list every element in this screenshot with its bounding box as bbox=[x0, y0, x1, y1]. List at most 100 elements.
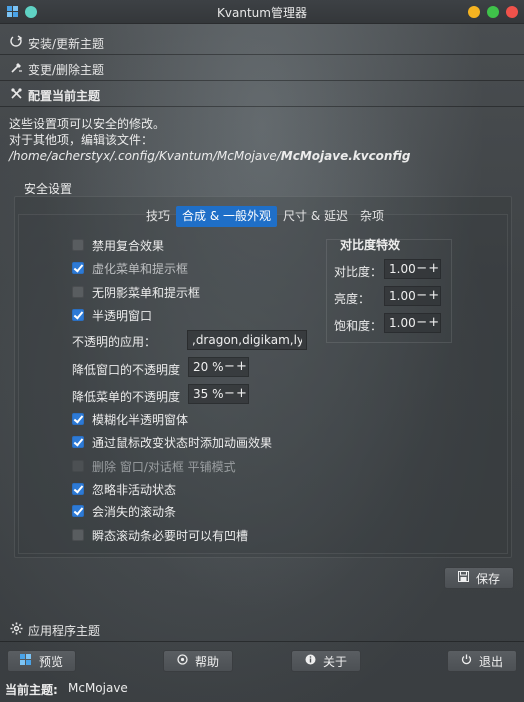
power-icon bbox=[461, 654, 472, 668]
config-file-name: McMojave.kvconfig bbox=[280, 149, 411, 163]
preview-button[interactable]: 预览 bbox=[7, 650, 76, 672]
about-button-label: 关于 bbox=[322, 654, 347, 669]
brightness-value: 1.00 bbox=[389, 289, 416, 303]
config-path-prefix: /home/acherstyx/.config/Kvantum/McMojave… bbox=[9, 149, 281, 163]
section-configure-label: 配置当前主题 bbox=[28, 89, 101, 103]
section-change-theme[interactable]: 变更/删除主题 bbox=[0, 55, 524, 81]
animate-state-label: 通过鼠标改变状态时添加动画效果 bbox=[92, 435, 273, 450]
menu-opacity-spinbox[interactable]: 35 % − + bbox=[188, 384, 249, 404]
no-shadow-menus-option[interactable]: 无阴影菜单和提示框 bbox=[72, 283, 200, 301]
blur-menus-option[interactable]: 虚化菜单和提示框 bbox=[72, 259, 188, 277]
info-line-2: 对于其他项，编辑该文件： bbox=[9, 133, 154, 147]
translucent-windows-option[interactable]: 半透明窗口 bbox=[72, 306, 152, 324]
close-button[interactable] bbox=[506, 6, 518, 18]
section-application-themes[interactable]: 应用程序主题 bbox=[0, 616, 524, 642]
section-install-theme[interactable]: 安装/更新主题 bbox=[0, 29, 524, 55]
transient-scrollbars-label: 会消失的滚动条 bbox=[92, 504, 177, 519]
help-icon bbox=[177, 654, 188, 668]
config-info: 这些设置项可以安全的修改。 对于其他项，编辑该文件： /home/acherst… bbox=[9, 116, 411, 164]
titlebar: Kvantum管理器 bbox=[0, 0, 524, 24]
window-opacity-decrease[interactable]: − bbox=[224, 358, 236, 376]
no-shadow-menus-checkbox[interactable] bbox=[72, 286, 84, 298]
maximize-button[interactable] bbox=[487, 6, 499, 18]
config-file-path: /home/acherstyx/.config/Kvantum/McMojave… bbox=[9, 148, 411, 164]
brightness-decrease[interactable]: − bbox=[416, 287, 428, 305]
opaque-apps-label: 不透明的应用： bbox=[72, 335, 157, 349]
contrast-value: 1.00 bbox=[389, 262, 416, 276]
saturation-value: 1.00 bbox=[389, 316, 416, 330]
disable-composite-option[interactable]: 禁用复合效果 bbox=[72, 236, 164, 254]
ignore-inactive-checkbox[interactable] bbox=[72, 483, 84, 495]
animate-state-checkbox[interactable] bbox=[72, 436, 84, 448]
configure-tools-icon bbox=[9, 87, 23, 101]
contrast-effects-title: 对比度特效 bbox=[340, 238, 401, 252]
section-change-label: 变更/删除主题 bbox=[28, 63, 105, 77]
blur-translucent-option[interactable]: 模糊化半透明窗体 bbox=[72, 410, 188, 428]
section-configure-theme[interactable]: 配置当前主题 bbox=[0, 81, 524, 107]
blur-translucent-label: 模糊化半透明窗体 bbox=[92, 412, 189, 427]
current-theme-label: 当前主题: bbox=[5, 683, 58, 697]
ignore-inactive-option[interactable]: 忽略非活动状态 bbox=[72, 480, 176, 498]
contrast-label: 对比度： bbox=[334, 265, 383, 279]
contrast-decrease[interactable]: − bbox=[416, 260, 428, 278]
window-opacity-spinbox[interactable]: 20 % − + bbox=[188, 357, 249, 377]
brightness-increase[interactable]: + bbox=[428, 287, 440, 305]
safe-settings-title: 安全设置 bbox=[24, 182, 73, 196]
translucent-windows-checkbox[interactable] bbox=[72, 309, 84, 321]
save-icon bbox=[457, 571, 469, 585]
saturation-spinbox[interactable]: 1.00 − + bbox=[384, 313, 441, 333]
menu-opacity-label: 降低菜单的不透明度 bbox=[72, 390, 181, 404]
menu-opacity-decrease[interactable]: − bbox=[224, 385, 236, 403]
menu-opacity-increase[interactable]: + bbox=[236, 385, 248, 403]
brightness-spinbox[interactable]: 1.00 − + bbox=[384, 286, 441, 306]
transient-groove-option[interactable]: 瞬态滚动条必要时可以有凹槽 bbox=[72, 526, 248, 544]
saturation-increase[interactable]: + bbox=[428, 314, 440, 332]
help-button[interactable]: 帮助 bbox=[163, 650, 233, 672]
window-title: Kvantum管理器 bbox=[217, 6, 307, 20]
change-theme-icon bbox=[9, 61, 23, 75]
tab-hacks[interactable]: 技巧 bbox=[140, 206, 176, 227]
preview-button-label: 预览 bbox=[38, 654, 63, 669]
section-app-themes-label: 应用程序主题 bbox=[28, 624, 101, 638]
opaque-apps-input[interactable] bbox=[187, 330, 307, 350]
brightness-label: 亮度： bbox=[334, 292, 371, 306]
info-icon bbox=[305, 654, 316, 668]
save-button-label: 保存 bbox=[475, 571, 500, 586]
about-button[interactable]: 关于 bbox=[291, 650, 361, 672]
window-opacity-value: 20 % bbox=[193, 360, 224, 374]
delete-tile-mode-checkbox bbox=[72, 460, 84, 472]
transient-scrollbars-checkbox[interactable] bbox=[72, 505, 84, 517]
quit-button-label: 退出 bbox=[478, 654, 503, 669]
animate-state-option[interactable]: 通过鼠标改变状态时添加动画效果 bbox=[72, 433, 272, 451]
transient-groove-label: 瞬态滚动条必要时可以有凹槽 bbox=[92, 528, 249, 543]
minimize-button[interactable] bbox=[468, 6, 480, 18]
kvantum-manager-window: Kvantum管理器 安装/更新主题 变更/删除主题 配置当前主题 这些设置项可… bbox=[0, 0, 524, 702]
info-line-1: 这些设置项可以安全的修改。 bbox=[9, 117, 166, 131]
menu-opacity-value: 35 % bbox=[193, 387, 224, 401]
saturation-decrease[interactable]: − bbox=[416, 314, 428, 332]
tab-misc[interactable]: 杂项 bbox=[354, 206, 390, 227]
install-theme-icon bbox=[9, 35, 23, 49]
translucent-windows-label: 半透明窗口 bbox=[92, 308, 153, 323]
window-opacity-label: 降低窗口的不透明度 bbox=[72, 363, 181, 377]
disable-composite-checkbox[interactable] bbox=[72, 239, 84, 251]
tab-sizes-delays[interactable]: 尺寸 & 延迟 bbox=[277, 206, 354, 227]
save-button[interactable]: 保存 bbox=[444, 567, 514, 589]
window-opacity-increase[interactable]: + bbox=[236, 358, 248, 376]
contrast-spinbox[interactable]: 1.00 − + bbox=[384, 259, 441, 279]
blur-menus-checkbox[interactable] bbox=[72, 262, 84, 274]
delete-tile-mode-option: 删除 窗口/对话框 平铺模式 bbox=[72, 457, 236, 475]
current-theme-value: McMojave bbox=[68, 681, 128, 695]
transient-scrollbars-option[interactable]: 会消失的滚动条 bbox=[72, 502, 176, 520]
quit-button[interactable]: 退出 bbox=[447, 650, 517, 672]
blur-translucent-checkbox[interactable] bbox=[72, 413, 84, 425]
tab-compositing[interactable]: 合成 & 一般外观 bbox=[176, 206, 278, 227]
section-install-label: 安装/更新主题 bbox=[28, 37, 105, 51]
help-button-label: 帮助 bbox=[194, 654, 219, 669]
saturation-label: 饱和度： bbox=[334, 319, 383, 333]
no-shadow-menus-label: 无阴影菜单和提示框 bbox=[92, 285, 201, 300]
blur-menus-label: 虚化菜单和提示框 bbox=[92, 261, 189, 276]
transient-groove-checkbox[interactable] bbox=[72, 529, 84, 541]
disable-composite-label: 禁用复合效果 bbox=[92, 238, 165, 253]
contrast-increase[interactable]: + bbox=[428, 260, 440, 278]
